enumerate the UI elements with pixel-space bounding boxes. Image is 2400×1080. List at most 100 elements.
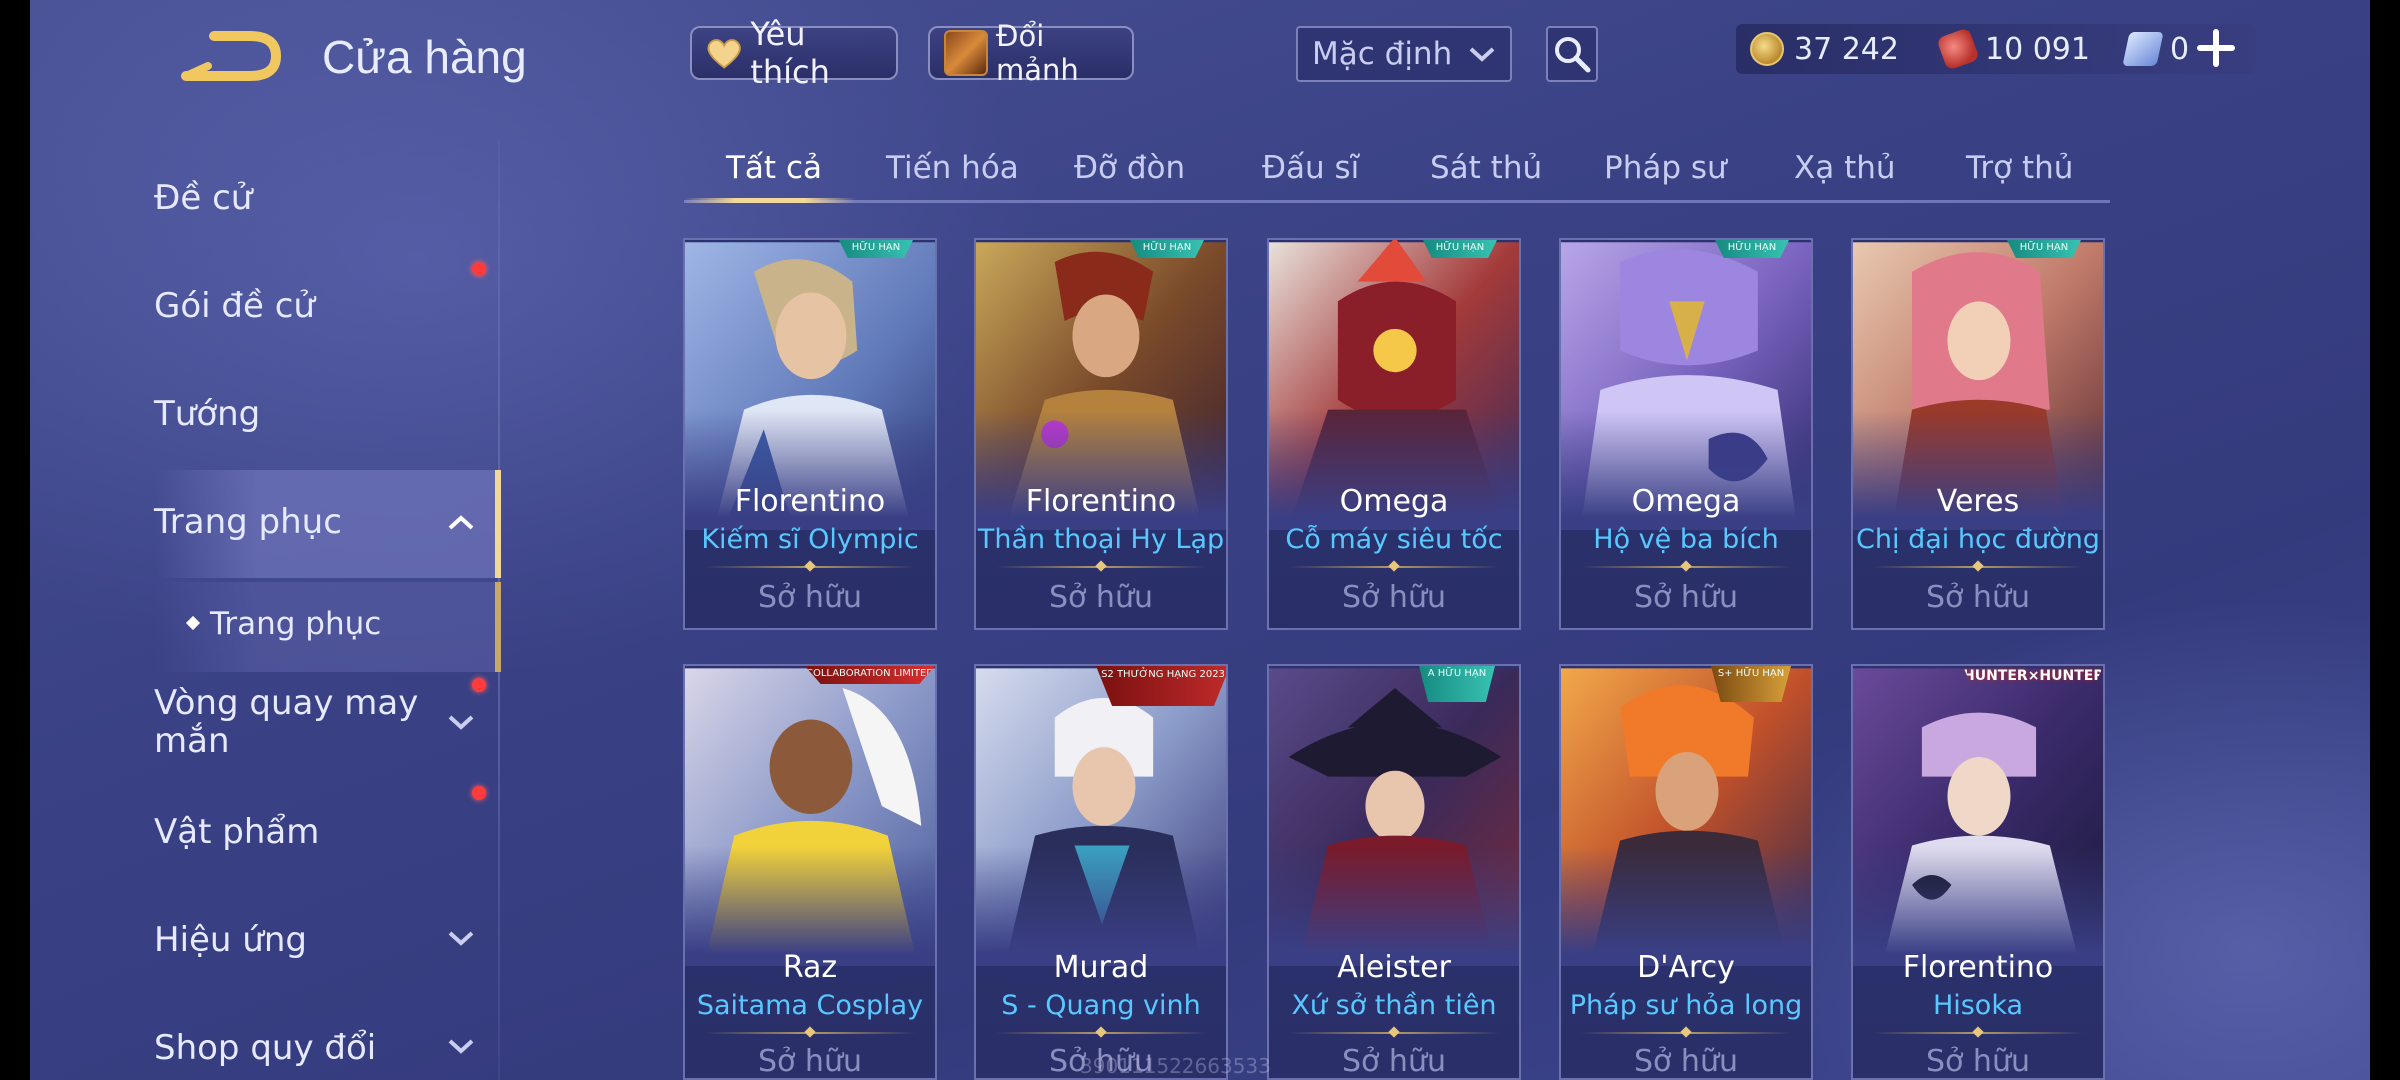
skin-name: Cỗ máy siêu tốc: [1285, 524, 1503, 555]
skin-name: Hisoka: [1932, 990, 2024, 1021]
skin-name: Hộ vệ ba bích: [1593, 524, 1779, 555]
limited-badge: A HỮU HẠN: [1419, 666, 1495, 702]
skin-name: Thần thoại Hy Lạp: [977, 524, 1225, 555]
sidebar-item-items[interactable]: Vật phẩm: [154, 812, 319, 852]
separator-diamond-icon: [1095, 1026, 1107, 1038]
card-fade: [976, 846, 1226, 966]
separator-diamond-icon: [1388, 1026, 1400, 1038]
owned-status: Sở hữu: [1342, 1044, 1446, 1079]
sidebar-item-effects[interactable]: Hiệu ứng: [154, 920, 307, 960]
store-screen: Cửa hàng Yêu thích Đổi mảnh Mặc định 37 …: [0, 0, 2400, 1080]
hero-name: Murad: [1053, 950, 1149, 985]
tab-marksman[interactable]: Xạ thủ: [1794, 150, 1896, 186]
chevron-up-icon[interactable]: [447, 514, 475, 532]
skin-card[interactable]: HỮU HẠN Veres Chị đại học đường Sở hữu: [1851, 238, 2105, 630]
limited-badge: HỮU HẠN: [2007, 240, 2081, 258]
active-tab-underline: [684, 198, 856, 203]
separator-diamond-icon: [1095, 560, 1107, 572]
skin-card[interactable]: HỮU HẠN Florentino Thần thoại Hy Lạp Sở …: [974, 238, 1228, 630]
page-title: Cửa hàng: [322, 31, 527, 83]
hero-name: Florentino: [734, 484, 886, 519]
chevron-down-icon[interactable]: [447, 1037, 475, 1055]
gold-amount: 37 242: [1794, 31, 1899, 67]
separator-diamond-icon: [804, 1026, 816, 1038]
chevron-down-icon[interactable]: [447, 713, 475, 731]
tab-mage[interactable]: Pháp sư: [1604, 150, 1727, 186]
notification-dot: [472, 262, 486, 276]
skin-name: Pháp sư hỏa long: [1569, 990, 1803, 1021]
limited-badge: HỮU HẠN: [1715, 240, 1789, 258]
voucher-currency: 10 091: [1927, 27, 2090, 71]
skin-card[interactable]: HỮU HẠN Florentino Kiếm sĩ Olympic Sở hữ…: [683, 238, 937, 630]
sidebar-item-exchange-shop[interactable]: Shop quy đổi: [154, 1028, 376, 1068]
shard-exchange-label: Đổi mảnh: [996, 19, 1079, 87]
limited-badge: HỮU HẠN: [839, 240, 913, 258]
skin-card[interactable]: S2 THƯỞNG HẠNG 2023 Murad S - Quang vinh…: [974, 664, 1228, 1080]
skin-card[interactable]: S+ HỮU HẠN D'Arcy Pháp sư hỏa long Sở hữ…: [1559, 664, 1813, 1080]
category-tabs: Tất cả Tiến hóa Đỡ đòn Đấu sĩ Sát thủ Ph…: [684, 140, 2110, 204]
hero-name: D'Arcy: [1637, 950, 1735, 985]
skin-card[interactable]: HỮU HẠN Omega Hộ vệ ba bích Sở hữu: [1559, 238, 1813, 630]
owned-status: Sở hữu: [1049, 580, 1153, 615]
skin-name: Saitama Cosplay: [696, 990, 924, 1021]
skin-card[interactable]: HỮU HẠN Omega Cỗ máy siêu tốc Sở hữu: [1267, 238, 1521, 630]
skin-card[interactable]: COLLABORATION LIMITED Raz Saitama Cospla…: [683, 664, 937, 1080]
limited-badge: HỮU HẠN: [1130, 240, 1204, 258]
collaboration-logo: HUNTER×HUNTER: [1963, 668, 2105, 684]
owned-status: Sở hữu: [1634, 580, 1738, 615]
hero-name: Raz: [782, 950, 838, 985]
tabs-baseline: [684, 200, 2110, 203]
separator-diamond-icon: [1972, 560, 1984, 572]
chevron-down-icon[interactable]: [447, 929, 475, 947]
voucher-amount: 10 091: [1984, 31, 2090, 67]
sidebar-item-recommended-packs[interactable]: Gói đề cử: [154, 286, 315, 326]
tab-assassin[interactable]: Sát thủ: [1430, 150, 1542, 186]
collaboration-badge: COLLABORATION LIMITED: [805, 666, 935, 684]
sidebar-item-lucky-spin[interactable]: Vòng quay may mắn: [154, 684, 454, 760]
screen-edge-left: [0, 0, 30, 1080]
search-button[interactable]: [1546, 26, 1598, 82]
tab-fighter[interactable]: Đấu sĩ: [1262, 150, 1359, 186]
shard-exchange-button[interactable]: Đổi mảnh: [928, 19, 1134, 87]
skin-card[interactable]: HUNTER×HUNTER Florentino Hisoka Sở hữu: [1851, 664, 2105, 1080]
sidebar-subitem-skins[interactable]: Trang phục: [210, 606, 381, 642]
sidebar-item-heroes[interactable]: Tướng: [154, 394, 260, 434]
back-arrow-icon[interactable]: [180, 28, 284, 88]
skin-card[interactable]: A HỮU HẠN Aleister Xứ sở thần tiên Sở hữ…: [1267, 664, 1521, 1080]
hero-name: Veres: [1936, 484, 2020, 519]
sort-dropdown[interactable]: Mặc định: [1296, 26, 1512, 82]
skin-name: S - Quang vinh: [1001, 990, 1201, 1021]
tab-evolution[interactable]: Tiến hóa: [886, 150, 1019, 186]
currency-bar: 37 242 10 091 0: [1736, 24, 2256, 74]
limited-badge: S+ HỮU HẠN: [1711, 666, 1791, 702]
hero-name: Aleister: [1337, 950, 1451, 985]
add-currency-plus-icon[interactable]: [2196, 28, 2236, 68]
hero-name: Omega: [1339, 484, 1449, 519]
card-fade: [685, 846, 935, 966]
sidebar-item-skins[interactable]: Trang phục: [154, 502, 342, 542]
notification-dot: [472, 786, 486, 800]
card-fade: [1853, 846, 2103, 966]
favorite-button[interactable]: Yêu thích: [690, 15, 898, 91]
shard-box-icon: [944, 30, 988, 76]
hero-name: Florentino: [1902, 950, 2054, 985]
separator-diamond-icon: [804, 560, 816, 572]
separator-diamond-icon: [1388, 560, 1400, 572]
owned-status: Sở hữu: [1926, 580, 2030, 615]
gold-coin-icon: [1750, 32, 1784, 66]
gold-currency: 37 242: [1736, 32, 1899, 67]
separator-diamond-icon: [1680, 560, 1692, 572]
card-fade: [1561, 846, 1811, 966]
owned-status: Sở hữu: [758, 580, 862, 615]
limited-badge: HỮU HẠN: [1423, 240, 1497, 258]
watermark-text: 390111522663533: [1080, 1054, 1271, 1078]
tab-support[interactable]: Trợ thủ: [1966, 150, 2073, 186]
card-fade: [1269, 846, 1519, 966]
tab-all[interactable]: Tất cả: [726, 150, 822, 186]
heart-icon: [707, 39, 741, 69]
hero-name: Omega: [1631, 484, 1741, 519]
sidebar-item-recommended[interactable]: Đề cử: [154, 178, 252, 218]
owned-status: Sở hữu: [1342, 580, 1446, 615]
tab-tank[interactable]: Đỡ đòn: [1074, 150, 1185, 186]
skin-name: Kiếm sĩ Olympic: [701, 524, 919, 555]
